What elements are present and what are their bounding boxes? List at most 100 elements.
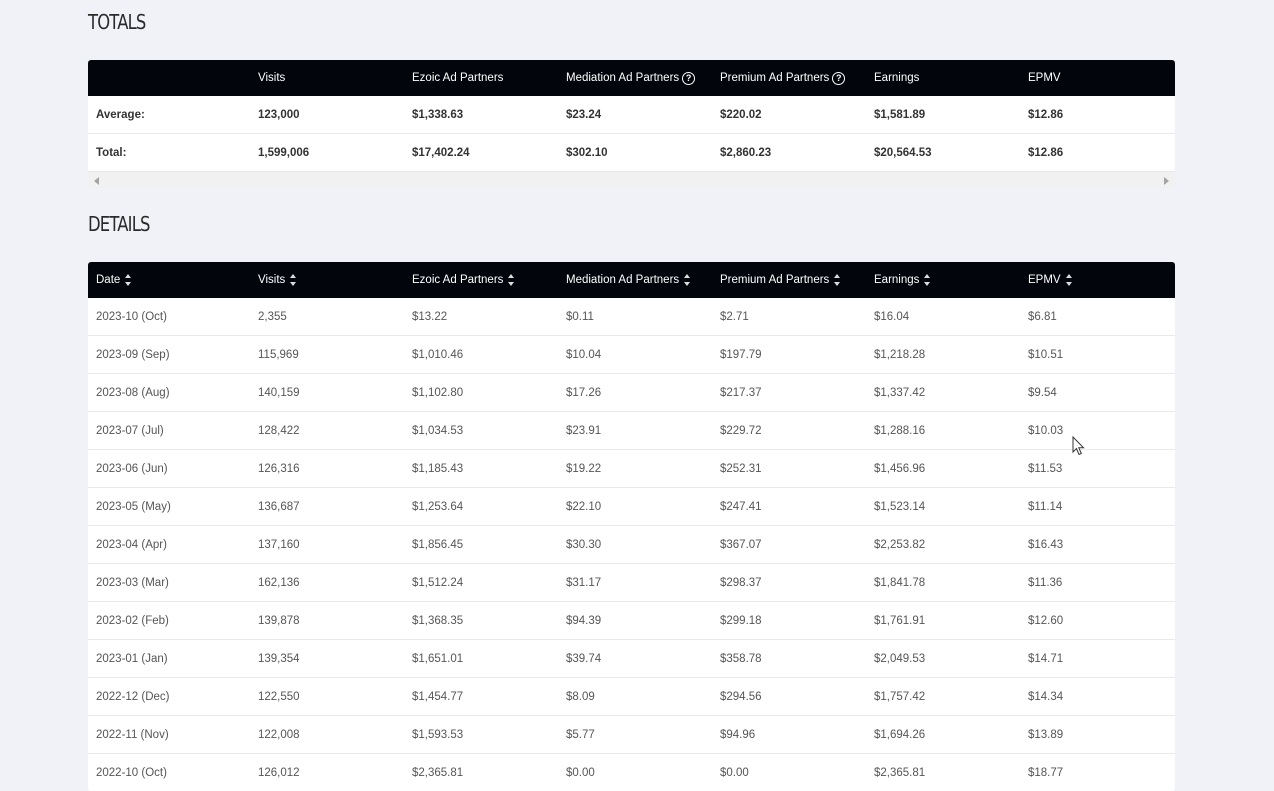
sort-header-mediation[interactable]: Mediation Ad Partners: [566, 273, 720, 287]
table-cell: $1,581.89: [874, 108, 926, 121]
table-cell: 2023-09 (Sep): [96, 348, 170, 361]
horizontal-scrollbar[interactable]: [88, 172, 1175, 188]
table-cell: $2,253.82: [874, 538, 926, 551]
sort-header-premium[interactable]: Premium Ad Partners: [720, 273, 874, 287]
table-cell: Total:: [96, 146, 127, 159]
table-cell: $31.17: [566, 576, 602, 589]
help-icon[interactable]: ?: [682, 71, 696, 85]
table-cell: $20,564.53: [874, 146, 932, 159]
table-cell: $22.10: [566, 500, 602, 513]
table-cell: $1,841.78: [874, 576, 926, 589]
sort-updown-icon[interactable]: [1065, 273, 1073, 287]
table-cell: 1,599,006: [258, 146, 310, 159]
table-cell: $2.71: [720, 310, 749, 323]
page: TOTALS Visits Ezoic Ad Partners Mediatio…: [0, 0, 1274, 791]
totals-header-text: Earnings: [874, 72, 920, 84]
table-row: 2022-10 (Oct) 126,012 $2,365.81 $0.00 $0.00 $…: [88, 754, 1175, 791]
table-cell: $2,860.23: [720, 146, 772, 159]
table-cell: $1,456.96: [874, 462, 926, 475]
details-header-text: Ezoic Ad Partners: [412, 274, 504, 286]
table-cell: $5.77: [566, 728, 595, 741]
table-cell: $1,512.24: [412, 576, 464, 589]
table-cell: 2022-10 (Oct): [96, 766, 167, 779]
table-cell: $1,337.42: [874, 386, 926, 399]
table-cell: $1,651.01: [412, 652, 464, 665]
table-cell: $1,185.43: [412, 462, 464, 475]
scroll-right-icon[interactable]: [1164, 177, 1169, 185]
sort-header-earnings[interactable]: Earnings: [874, 273, 1028, 287]
sort-header-ezoic[interactable]: Ezoic Ad Partners: [412, 273, 566, 287]
table-cell: $302.10: [566, 146, 608, 159]
help-icon[interactable]: ?: [832, 71, 846, 85]
table-cell: $9.54: [1028, 386, 1057, 399]
table-cell: $299.18: [720, 614, 762, 627]
table-cell: 2023-03 (Mar): [96, 576, 169, 589]
details-header-text: Visits: [258, 274, 286, 286]
table-cell: $1,454.77: [412, 690, 464, 703]
sort-updown-icon[interactable]: [290, 273, 297, 287]
table-row: 2022-12 (Dec) 122,550 $1,454.77 $8.09 $294.5…: [88, 678, 1175, 716]
sort-header-epmv[interactable]: EPMV: [1028, 273, 1175, 287]
table-row: 2023-09 (Sep) 115,969 $1,010.46 $10.04 $197.…: [88, 336, 1175, 374]
table-cell: $19.22: [566, 462, 602, 475]
table-row: 2023-04 (Apr) 137,160 $1,856.45 $30.30 $367.…: [88, 526, 1175, 564]
sort-updown-icon[interactable]: [684, 273, 691, 287]
table-cell: 2023-10 (Oct): [96, 310, 167, 323]
details-table: Date Visits Ezoic Ad Partners Mediation …: [88, 262, 1175, 791]
totals-row-average: Average: 123,000 $1,338.63 $23.24 $220.0…: [88, 96, 1175, 134]
totals-header-epmv: EPMV: [1028, 72, 1175, 84]
table-cell: $11.53: [1028, 462, 1063, 475]
details-header-text: Mediation Ad Partners: [566, 274, 680, 286]
table-cell: 126,012: [258, 766, 300, 779]
table-cell: $23.91: [566, 424, 602, 437]
sort-header-date[interactable]: Date: [88, 273, 258, 287]
table-cell: 2023-08 (Aug): [96, 386, 170, 399]
table-cell: $1,368.35: [412, 614, 464, 627]
table-cell: $0.00: [720, 766, 749, 779]
totals-header-text: Mediation Ad Partners: [566, 72, 680, 84]
table-cell: $10.03: [1028, 424, 1064, 437]
table-row: 2023-03 (Mar) 162,136 $1,512.24 $31.17 $298.…: [88, 564, 1175, 602]
table-cell: 140,159: [258, 386, 300, 399]
table-cell: $252.31: [720, 462, 762, 475]
table-cell: 2022-11 (Nov): [96, 728, 169, 741]
totals-header-earnings: Earnings: [874, 72, 1028, 84]
totals-header-text: Visits: [258, 72, 286, 84]
table-cell: 2023-04 (Apr): [96, 538, 167, 551]
table-cell: $2,365.81: [874, 766, 926, 779]
table-cell: $12.86: [1028, 146, 1064, 159]
table-cell: $16.04: [874, 310, 910, 323]
table-cell: 139,354: [258, 652, 300, 665]
sort-updown-icon[interactable]: [508, 273, 515, 287]
table-row: 2023-05 (May) 136,687 $1,253.64 $22.10 $247.…: [88, 488, 1175, 526]
details-header-text: Premium Ad Partners: [720, 274, 830, 286]
sort-updown-icon[interactable]: [924, 273, 931, 287]
table-cell: 122,550: [258, 690, 300, 703]
table-cell: $294.56: [720, 690, 762, 703]
sort-updown-icon[interactable]: [834, 273, 841, 287]
table-cell: $229.72: [720, 424, 762, 437]
table-cell: $13.22: [412, 310, 448, 323]
totals-table: Visits Ezoic Ad Partners Mediation Ad Pa…: [88, 60, 1175, 188]
details-header-text: EPMV: [1028, 274, 1061, 286]
table-cell: $1,757.42: [874, 690, 926, 703]
table-cell: $10.51: [1028, 348, 1064, 361]
scroll-left-icon[interactable]: [94, 177, 99, 185]
table-cell: $2,049.53: [874, 652, 926, 665]
table-cell: $39.74: [566, 652, 602, 665]
table-cell: $16.43: [1028, 538, 1064, 551]
table-cell: 2023-05 (May): [96, 500, 171, 513]
table-cell: $8.09: [566, 690, 595, 703]
details-body: 2023-10 (Oct) 2,355 $13.22 $0.11 $2.71 $16.04…: [88, 298, 1175, 791]
table-cell: $18.77: [1028, 766, 1064, 779]
table-cell: $1,856.45: [412, 538, 464, 551]
table-cell: 2022-12 (Dec): [96, 690, 170, 703]
table-cell: $1,593.53: [412, 728, 464, 741]
totals-header-premium: Premium Ad Partners ?: [720, 71, 874, 85]
sort-updown-icon[interactable]: [125, 273, 132, 287]
table-cell: $12.86: [1028, 108, 1064, 121]
table-cell: 2023-02 (Feb): [96, 614, 169, 627]
sort-header-visits[interactable]: Visits: [258, 273, 412, 287]
table-cell: $298.37: [720, 576, 762, 589]
table-cell: 128,422: [258, 424, 300, 437]
